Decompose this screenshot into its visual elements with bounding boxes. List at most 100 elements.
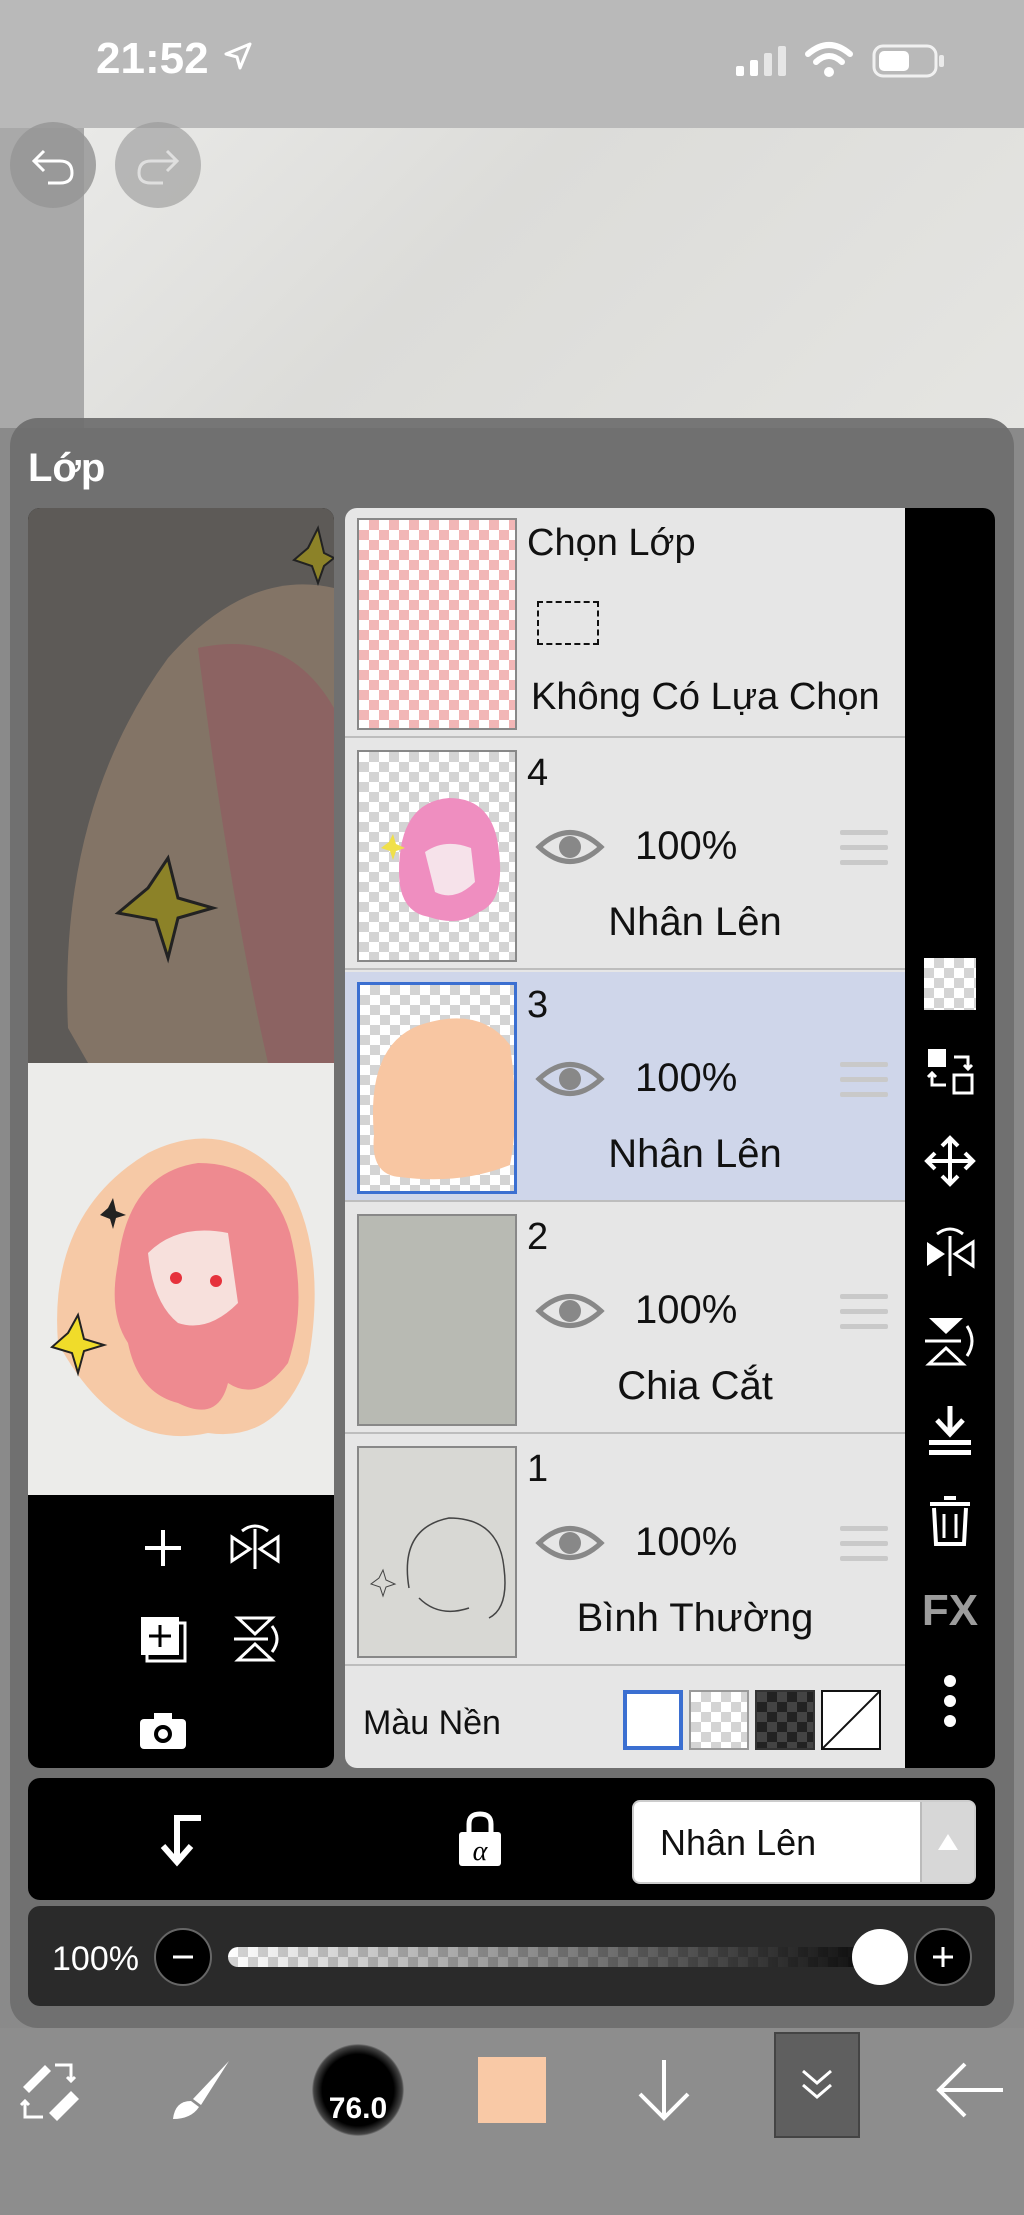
drag-handle-icon[interactable]: [840, 830, 888, 868]
visibility-eye-icon[interactable]: [535, 1054, 605, 1104]
flip-horizontal-button[interactable]: [220, 1513, 290, 1583]
redo-button[interactable]: [115, 122, 201, 208]
drag-handle-icon[interactable]: [840, 1526, 888, 1564]
redo-icon: [137, 149, 180, 185]
transparency-lock-icon[interactable]: [924, 958, 976, 1010]
battery-icon: [872, 44, 946, 78]
layer-number: 3: [527, 984, 549, 1026]
undo-button[interactable]: [10, 122, 96, 208]
arrow-down-icon: [638, 2060, 690, 2121]
visibility-eye-icon[interactable]: [535, 822, 605, 872]
layer-blend-mode: Chia Cắt: [617, 1364, 773, 1408]
alpha-lock-button[interactable]: α: [440, 1800, 520, 1880]
panel-title: Lớp: [28, 446, 106, 490]
color-swatch-button[interactable]: [462, 2040, 562, 2140]
swap-layers-icon[interactable]: [915, 1036, 985, 1106]
brush-size-button[interactable]: 76.0: [308, 2040, 408, 2140]
bg-white-swatch[interactable]: [623, 1690, 683, 1750]
add-copy-icon: [141, 1617, 187, 1663]
opacity-slider-fill: [228, 1947, 908, 1967]
layer-blend-mode: Nhân Lên: [608, 900, 782, 944]
selection-layer-thumbnail: [357, 518, 517, 730]
svg-text:α: α: [473, 1836, 489, 1867]
alpha-lock-icon: α: [459, 1811, 501, 1867]
layer-opacity: 100%: [635, 1288, 738, 1332]
brush-size-value: 76.0: [328, 2092, 388, 2125]
trash-icon[interactable]: [915, 1486, 985, 1556]
more-options-icon[interactable]: [915, 1666, 985, 1736]
visibility-eye-icon[interactable]: [535, 1518, 605, 1568]
background-color-row: Màu Nền: [345, 1668, 905, 1768]
tool-switch-button[interactable]: [0, 2040, 100, 2140]
layer-number: 2: [527, 1216, 549, 1258]
bg-transparent-swatch[interactable]: [689, 1690, 749, 1750]
plus-icon: [145, 1530, 181, 1566]
layer-blend-mode: Bình Thường: [576, 1596, 814, 1640]
location-arrow-icon: [222, 40, 254, 72]
camera-button[interactable]: [128, 1696, 198, 1766]
selection-layer-title: Chọn Lớp: [527, 522, 696, 564]
visibility-eye-icon[interactable]: [535, 1286, 605, 1336]
camera-icon: [140, 1713, 186, 1749]
flip-horizontal-icon: [230, 1524, 280, 1569]
layer-thumbnail: [357, 1214, 517, 1426]
canvas[interactable]: [84, 128, 1024, 428]
opacity-decrease-button[interactable]: [154, 1928, 212, 1986]
current-color-swatch: [478, 2057, 546, 2123]
layer-number: 1: [527, 1448, 549, 1490]
layer-row[interactable]: 3 100% Nhân Lên: [345, 972, 905, 1202]
flip-layer-vertical-icon[interactable]: [915, 1306, 985, 1376]
chevron-double-down-icon: [802, 2069, 832, 2099]
layer-thumbnail: [357, 750, 517, 962]
layer-tools-bar: FX: [905, 508, 995, 1768]
layer-row[interactable]: 4 100% Nhân Lên: [345, 740, 905, 970]
bg-none-swatch[interactable]: [821, 1690, 881, 1750]
minus-icon: [173, 1955, 193, 1959]
background-color-label: Màu Nền: [363, 1704, 501, 1742]
layer-row[interactable]: 1 100% Bình Thường: [345, 1436, 905, 1666]
undo-icon: [31, 149, 74, 185]
tool-switch-icon: [19, 2063, 79, 2121]
layer-opacity: 100%: [635, 1056, 738, 1100]
drag-handle-icon[interactable]: [840, 1062, 888, 1100]
layer-list: Chọn Lớp Không Có Lựa Chọn 4 100% Nhân L…: [345, 508, 905, 1768]
layer-thumbnail: [357, 1446, 517, 1658]
down-arrow-button[interactable]: [614, 2040, 714, 2140]
canvas-thumbnail[interactable]: [28, 1063, 334, 1495]
collapse-panel-button[interactable]: [774, 2032, 860, 2138]
flip-vertical-icon: [234, 1616, 279, 1662]
brush-tool-button[interactable]: [150, 2040, 250, 2140]
arrow-left-icon: [936, 2062, 1003, 2118]
bg-dark-checker-swatch[interactable]: [755, 1690, 815, 1750]
layer-blend-mode: Nhân Lên: [608, 1132, 782, 1176]
add-copy-layer-button[interactable]: [128, 1604, 198, 1674]
layer-thumbnail: [357, 982, 517, 1194]
clipping-button[interactable]: [140, 1800, 220, 1880]
add-layer-button[interactable]: [128, 1513, 198, 1583]
selection-dashed-icon: [537, 601, 599, 645]
opacity-increase-button[interactable]: [914, 1928, 972, 1986]
opacity-label: 100%: [52, 1940, 139, 1978]
flip-vertical-button[interactable]: [220, 1604, 290, 1674]
layer-preview: [28, 508, 334, 1768]
chevron-up-icon[interactable]: [920, 1802, 974, 1882]
opacity-slider-thumb[interactable]: [852, 1929, 908, 1985]
selection-layer-status: Không Có Lựa Chọn: [531, 676, 880, 718]
blend-mode-value: Nhân Lên: [660, 1822, 817, 1863]
layer-opacity: 100%: [635, 824, 738, 868]
move-icon[interactable]: [915, 1126, 985, 1196]
drag-handle-icon[interactable]: [840, 1294, 888, 1332]
status-time: 21:52: [96, 34, 209, 83]
preview-zoom: [28, 508, 334, 1063]
plus-icon: [933, 1947, 953, 1967]
selection-layer[interactable]: Chọn Lớp Không Có Lựa Chọn: [345, 508, 905, 738]
clipping-arrow-icon: [160, 1815, 201, 1867]
layer-number: 4: [527, 752, 549, 794]
signal-icon: [734, 44, 788, 78]
merge-down-icon[interactable]: [915, 1396, 985, 1466]
flip-layer-horizontal-icon[interactable]: [915, 1216, 985, 1286]
back-button[interactable]: [920, 2040, 1020, 2140]
layer-row[interactable]: 2 100% Chia Cắt: [345, 1204, 905, 1434]
brush-icon: [173, 2061, 229, 2119]
fx-button[interactable]: FX: [915, 1576, 985, 1646]
